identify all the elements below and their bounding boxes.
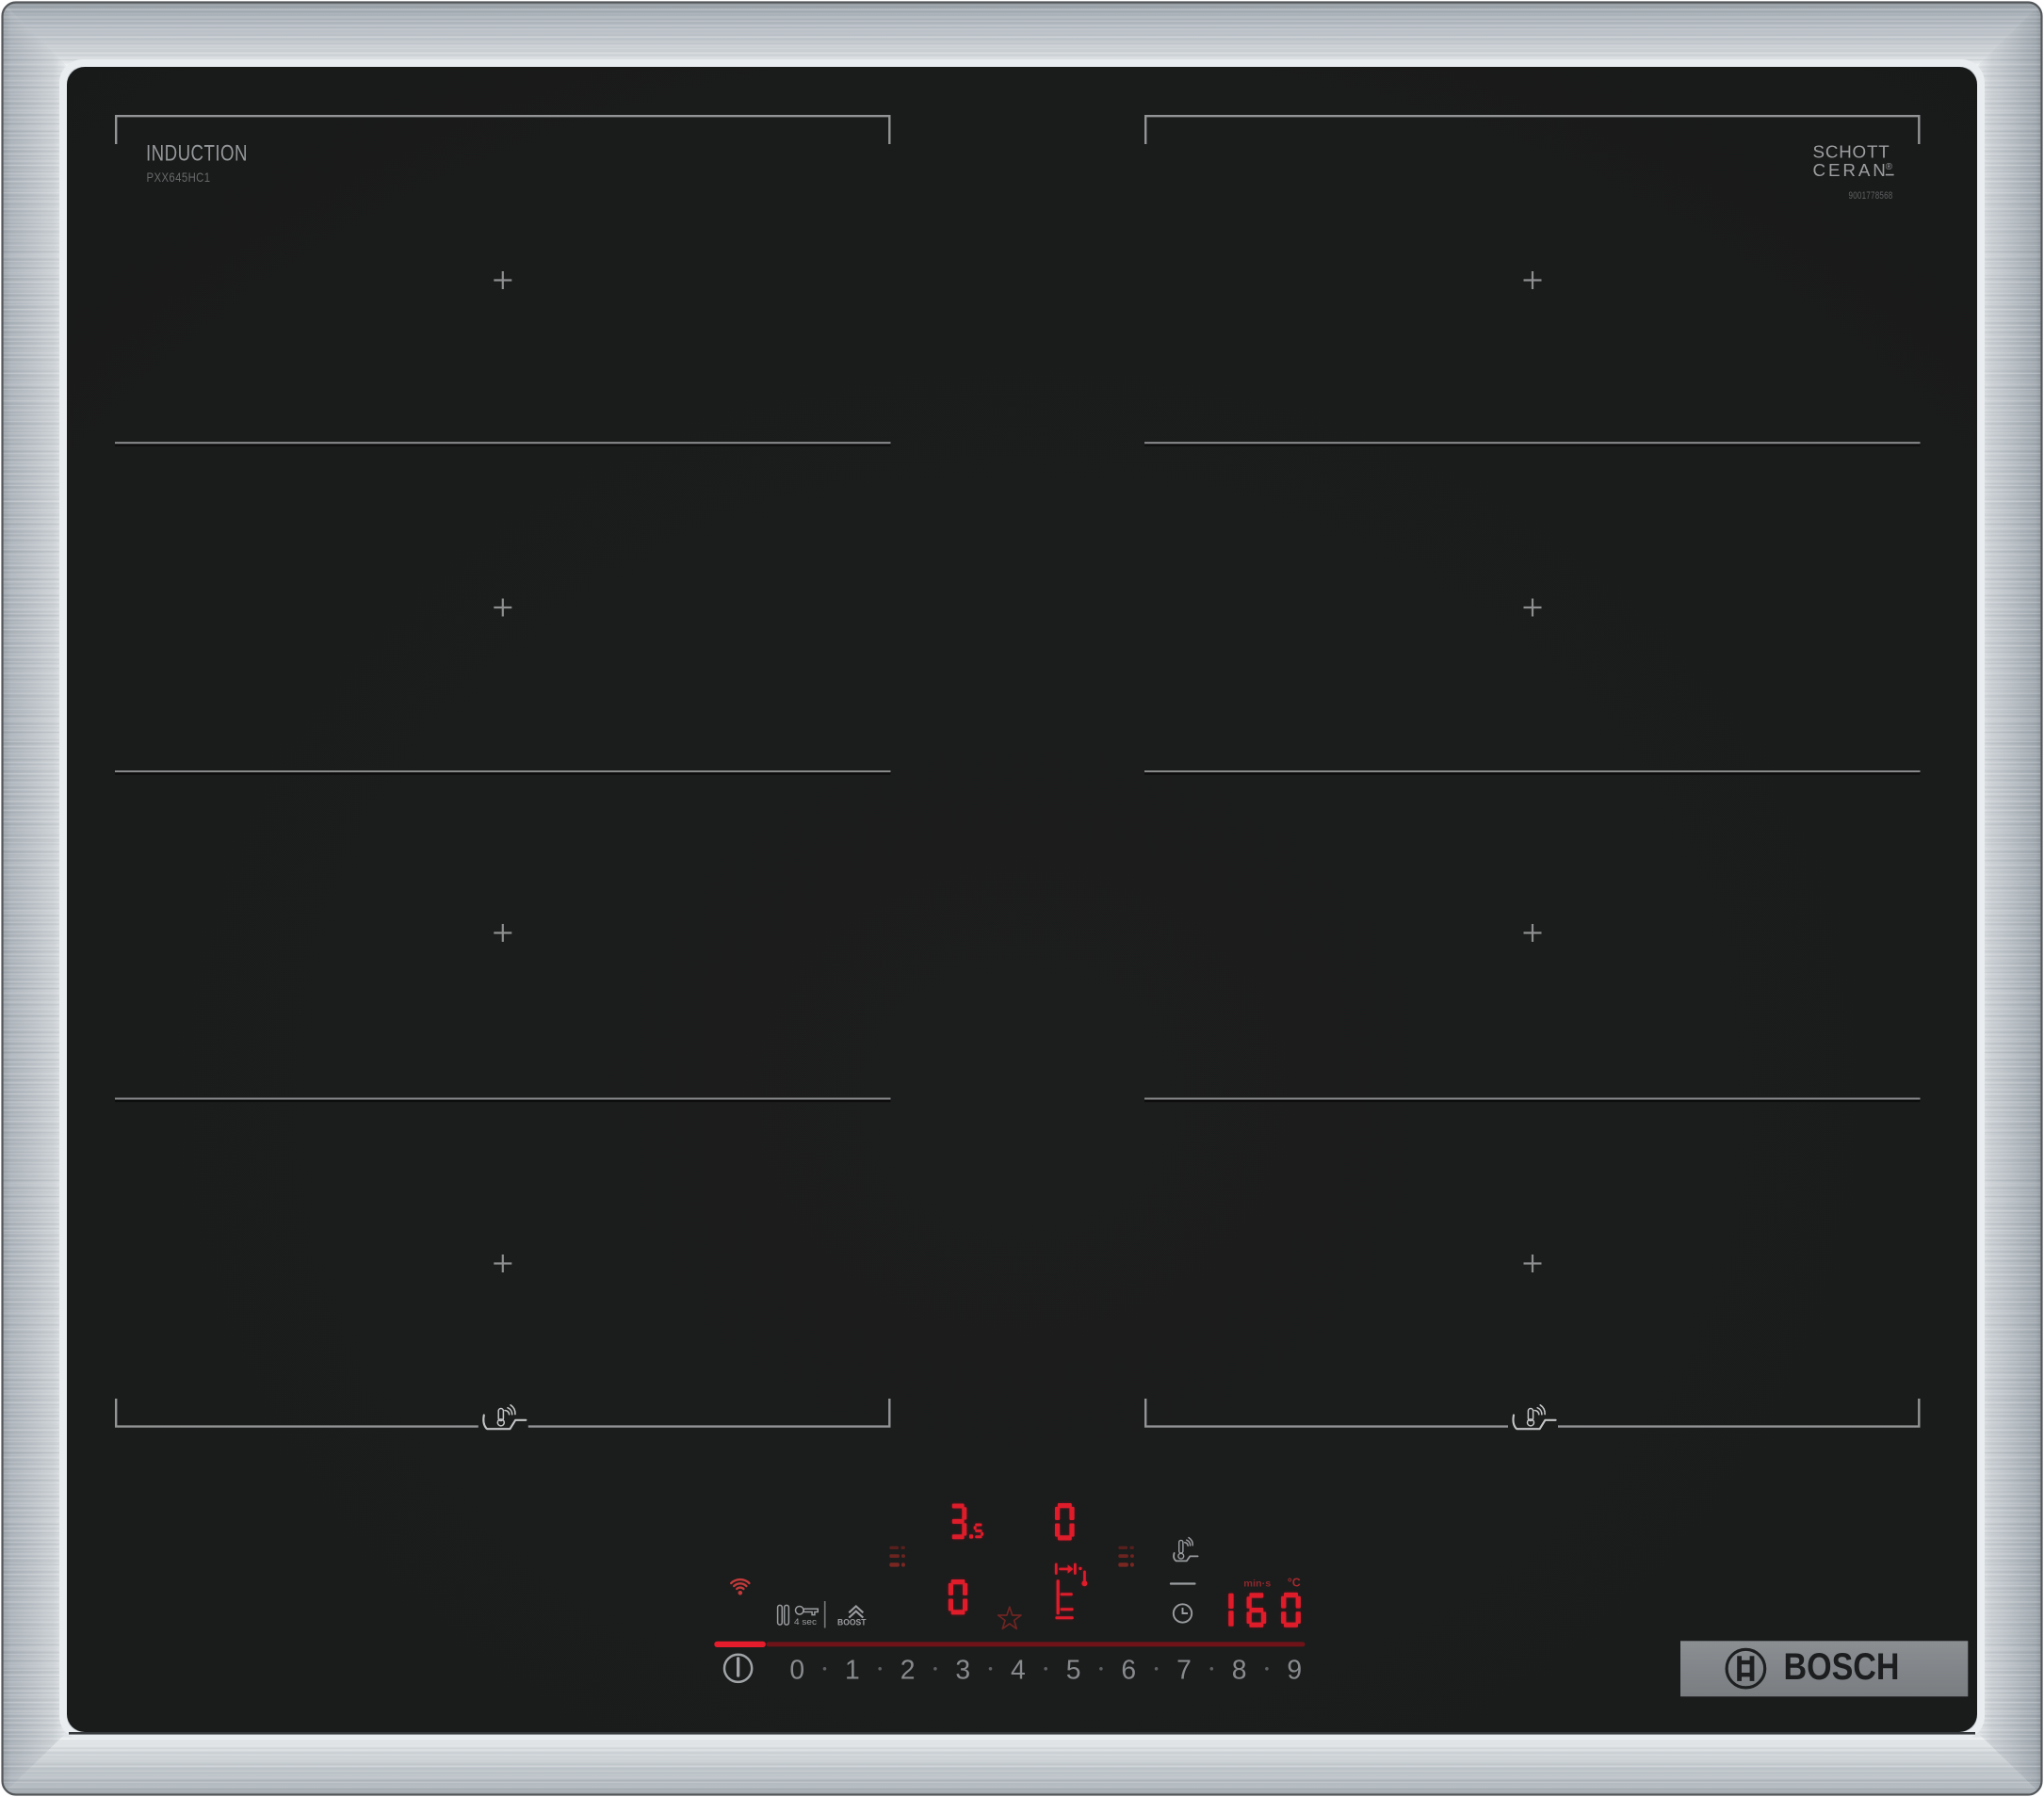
svg-text:SCHOTT: SCHOTT: [1813, 142, 1890, 162]
svg-text:INDUCTION: INDUCTION: [146, 141, 248, 167]
svg-text:min·s: min·s: [1243, 1578, 1271, 1589]
svg-text:3: 3: [955, 1654, 970, 1684]
svg-text:BOSCH: BOSCH: [1784, 1646, 1900, 1688]
svg-text:2: 2: [900, 1654, 916, 1684]
svg-text:PXX645HC1: PXX645HC1: [147, 170, 211, 185]
svg-text:®: ®: [1886, 162, 1893, 172]
svg-text:CERAN: CERAN: [1813, 160, 1889, 180]
svg-text:7: 7: [1176, 1654, 1192, 1684]
svg-text:BOOST: BOOST: [837, 1618, 867, 1627]
svg-text:5: 5: [1066, 1654, 1081, 1684]
svg-text:°C: °C: [1288, 1576, 1301, 1589]
svg-text:8: 8: [1232, 1654, 1247, 1684]
svg-text:0: 0: [789, 1654, 804, 1684]
svg-text:4: 4: [1011, 1654, 1026, 1684]
svg-text:9: 9: [1287, 1654, 1302, 1684]
svg-text:1: 1: [845, 1654, 860, 1684]
svg-text:4 sec: 4 sec: [794, 1617, 817, 1627]
svg-text:6: 6: [1121, 1654, 1136, 1684]
svg-text:9001778568: 9001778568: [1849, 190, 1893, 202]
